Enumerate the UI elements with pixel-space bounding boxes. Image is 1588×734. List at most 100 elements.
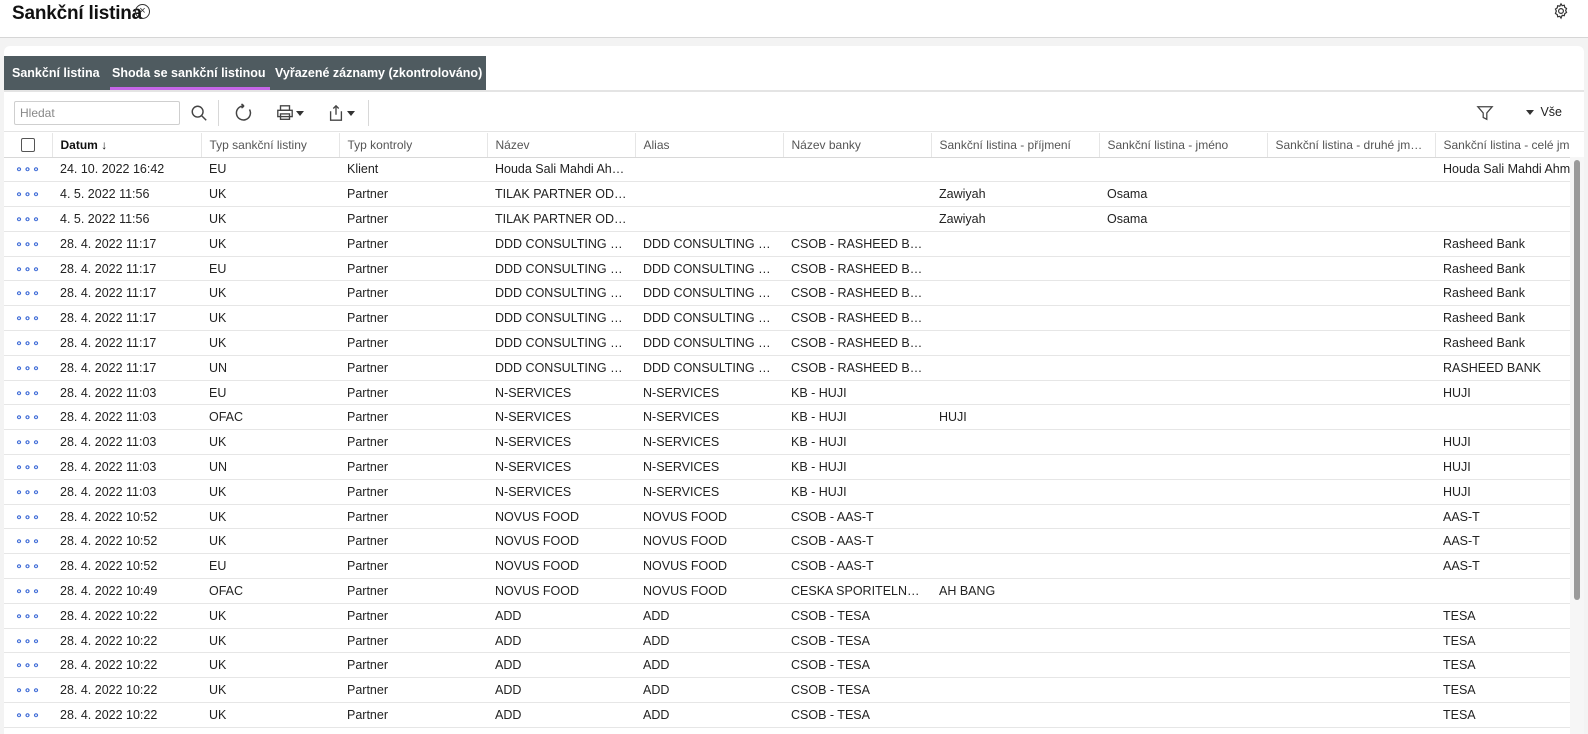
table-cell: 28. 4. 2022 10:22 xyxy=(52,702,201,728)
table-cell: Klient xyxy=(339,157,487,183)
scrollbar-thumb[interactable] xyxy=(1574,160,1580,600)
table-row[interactable]: ∘∘∘ 28. 4. 2022 10:52 UK Partner NOVUS FOOD N… xyxy=(4,504,1570,530)
search-button[interactable] xyxy=(190,101,208,125)
row-menu-icon[interactable]: ∘∘∘ xyxy=(4,256,52,282)
filter-button[interactable] xyxy=(1476,101,1494,125)
tab-shoda-se-sankcni-listinou[interactable]: Shoda se sankční listinou xyxy=(110,56,270,90)
row-menu-icon[interactable]: ∘∘∘ xyxy=(4,677,52,704)
column-header[interactable]: Sankční listina - příjmení xyxy=(930,133,1099,158)
table-cell: DDD CONSULTING S.R.O. xyxy=(487,231,635,257)
table-row[interactable]: ∘∘∘ 28. 4. 2022 11:17 UN Partner DDD CONSULT… xyxy=(4,355,1570,381)
table-cell xyxy=(931,280,1099,307)
row-menu-icon[interactable]: ∘∘∘ xyxy=(4,702,52,728)
table-cell xyxy=(635,206,783,232)
row-menu-icon[interactable]: ∘∘∘ xyxy=(4,305,52,332)
table-cell xyxy=(1267,181,1435,208)
row-menu-icon[interactable]: ∘∘∘ xyxy=(4,528,52,555)
chevron-down-icon xyxy=(347,110,355,116)
column-header[interactable]: Typ kontroly xyxy=(338,133,487,158)
column-header-datum[interactable]: Datum ↓ xyxy=(51,133,201,158)
column-header[interactable]: Alias xyxy=(634,133,783,158)
table-cell: TESA xyxy=(1435,628,1570,654)
gear-icon[interactable] xyxy=(1552,2,1570,20)
table-cell: ADD xyxy=(487,652,635,679)
table-cell: DDD CONSULTING S.R.O. xyxy=(635,280,783,307)
table-cell: Partner xyxy=(339,280,487,307)
row-menu-icon[interactable]: ∘∘∘ xyxy=(4,231,52,257)
column-header[interactable]: Název xyxy=(486,133,635,158)
table-row[interactable]: ∘∘∘ 28. 4. 2022 11:17 UK Partner DDD CONSULT… xyxy=(4,305,1570,332)
table-row[interactable]: ∘∘∘ 28. 4. 2022 10:22 UK Partner ADD ADD CSOB … xyxy=(4,702,1570,728)
table-cell: CSOB - RASHEED BANK xyxy=(783,256,931,282)
table-row[interactable]: ∘∘∘ 28. 4. 2022 10:22 UK Partner ADD ADD CSOB … xyxy=(4,652,1570,679)
table-row[interactable]: ∘∘∘ 28. 4. 2022 10:52 UK Partner NOVUS FOOD N… xyxy=(4,528,1570,555)
column-header[interactable]: Sankční listina - druhé jméno xyxy=(1266,133,1435,158)
table-cell: DDD CONSULTING S.R.O. xyxy=(635,330,783,356)
row-menu-icon[interactable]: ∘∘∘ xyxy=(4,454,52,480)
table-row[interactable]: ∘∘∘ 28. 4. 2022 11:03 UK Partner N-SERVICES N… xyxy=(4,479,1570,505)
row-menu-icon[interactable]: ∘∘∘ xyxy=(4,330,52,356)
row-menu-icon[interactable]: ∘∘∘ xyxy=(4,206,52,232)
vertical-scrollbar[interactable] xyxy=(1570,157,1584,734)
row-menu-icon[interactable]: ∘∘∘ xyxy=(4,578,52,604)
table-cell: Osama xyxy=(1099,181,1267,208)
search-input[interactable] xyxy=(14,101,180,125)
row-menu-icon[interactable]: ∘∘∘ xyxy=(4,157,52,183)
close-circle-icon[interactable]: × xyxy=(135,4,150,19)
row-menu-icon[interactable]: ∘∘∘ xyxy=(4,652,52,679)
table-cell xyxy=(1267,628,1435,654)
table-cell xyxy=(1099,628,1267,654)
table-row[interactable]: ∘∘∘ 28. 4. 2022 11:17 UK Partner DDD CONSULT… xyxy=(4,330,1570,356)
table-cell: Partner xyxy=(339,256,487,282)
table-cell: HUJI xyxy=(931,404,1099,431)
table-row[interactable]: ∘∘∘ 4. 5. 2022 11:56 UK Partner TILAK PARTNE… xyxy=(4,181,1570,208)
column-header[interactable]: Název banky xyxy=(782,133,931,158)
table-cell xyxy=(783,181,931,208)
row-menu-icon[interactable]: ∘∘∘ xyxy=(4,380,52,406)
table-cell: UK xyxy=(201,628,339,654)
table-cell xyxy=(1267,578,1435,604)
tab-vyrazene-zaznamy[interactable]: Vyřazené záznamy (zkontrolováno) xyxy=(275,56,482,90)
table-row[interactable]: ∘∘∘ 24. 10. 2022 16:42 EU Klient Houda Sali … xyxy=(4,157,1570,183)
table-row[interactable]: ∘∘∘ 28. 4. 2022 10:52 EU Partner NOVUS FOOD N… xyxy=(4,553,1570,580)
table-row[interactable]: ∘∘∘ 28. 4. 2022 10:22 UK Partner ADD ADD CSOB … xyxy=(4,603,1570,629)
table-row[interactable]: ∘∘∘ 28. 4. 2022 11:03 UN Partner N-SERVICES N… xyxy=(4,454,1570,480)
table-cell: 28. 4. 2022 11:03 xyxy=(52,380,201,406)
table-cell xyxy=(1267,231,1435,257)
column-settings-button[interactable] xyxy=(4,133,52,158)
table-cell xyxy=(1267,603,1435,629)
row-menu-icon[interactable]: ∘∘∘ xyxy=(4,504,52,530)
table-cell: CSOB - AAS-T xyxy=(783,528,931,555)
row-menu-icon[interactable]: ∘∘∘ xyxy=(4,181,52,208)
column-header[interactable]: Sankční listina - celé jméno xyxy=(1434,133,1570,158)
row-menu-icon[interactable]: ∘∘∘ xyxy=(4,280,52,307)
row-menu-icon[interactable]: ∘∘∘ xyxy=(4,553,52,580)
export-button[interactable] xyxy=(327,101,355,125)
row-menu-icon[interactable]: ∘∘∘ xyxy=(4,479,52,505)
table-row[interactable]: ∘∘∘ 28. 4. 2022 10:22 UK Partner ADD ADD CSOB … xyxy=(4,677,1570,704)
table-cell: NOVUS FOOD xyxy=(487,578,635,604)
row-menu-icon[interactable]: ∘∘∘ xyxy=(4,429,52,456)
table-row[interactable]: ∘∘∘ 28. 4. 2022 11:17 UK Partner DDD CONSULT… xyxy=(4,231,1570,257)
refresh-button[interactable] xyxy=(234,101,254,125)
table-row[interactable]: ∘∘∘ 28. 4. 2022 10:22 UK Partner ADD ADD CSOB … xyxy=(4,628,1570,654)
table-row[interactable]: ∘∘∘ 28. 4. 2022 11:03 UK Partner N-SERVICES N… xyxy=(4,429,1570,456)
table-cell: ADD xyxy=(635,652,783,679)
table-row[interactable]: ∘∘∘ 4. 5. 2022 11:56 UK Partner TILAK PARTNE… xyxy=(4,206,1570,232)
row-menu-icon[interactable]: ∘∘∘ xyxy=(4,628,52,654)
row-menu-icon[interactable]: ∘∘∘ xyxy=(4,355,52,381)
row-menu-icon[interactable]: ∘∘∘ xyxy=(4,404,52,431)
table-row[interactable]: ∘∘∘ 28. 4. 2022 11:03 OFAC Partner N-SERVICE… xyxy=(4,404,1570,431)
row-menu-icon[interactable]: ∘∘∘ xyxy=(4,603,52,629)
table-row[interactable]: ∘∘∘ 28. 4. 2022 11:17 EU Partner DDD CONSULT… xyxy=(4,256,1570,282)
table-row[interactable]: ∘∘∘ 28. 4. 2022 11:17 UK Partner DDD CONSULT… xyxy=(4,280,1570,307)
tab-sankcni-listina[interactable]: Sankční listina xyxy=(12,56,100,90)
column-header[interactable]: Typ sankční listiny xyxy=(200,133,339,158)
view-selector[interactable]: Vše xyxy=(1524,105,1562,119)
table-row[interactable]: ∘∘∘ 28. 4. 2022 10:49 OFAC Partner NOVUS FOO… xyxy=(4,578,1570,604)
table-cell: CSOB - TESA xyxy=(783,652,931,679)
print-button[interactable] xyxy=(276,101,304,125)
table-cell xyxy=(1267,454,1435,480)
column-header[interactable]: Sankční listina - jméno xyxy=(1098,133,1267,158)
table-row[interactable]: ∘∘∘ 28. 4. 2022 11:03 EU Partner N-SERVICES N… xyxy=(4,380,1570,406)
